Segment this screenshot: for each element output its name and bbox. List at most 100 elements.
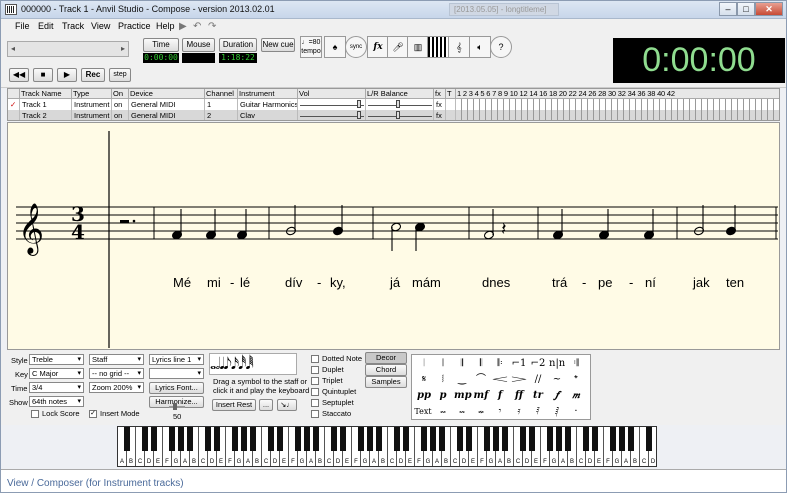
piano-black-key[interactable] — [565, 427, 571, 451]
stop-button[interactable]: ■ — [33, 68, 53, 82]
piano-black-key[interactable] — [520, 427, 526, 451]
text-symbol[interactable]: Text — [414, 405, 432, 419]
decor-symbol[interactable]: ff — [511, 389, 527, 403]
piano-black-key[interactable] — [214, 427, 220, 451]
decor-symbol[interactable]: n|n — [549, 357, 565, 371]
piano-black-key[interactable] — [124, 427, 130, 451]
note-value-palette[interactable]: 𝅝𝅗𝅥𝅘𝅥𝅘𝅥𝅮𝅘𝅥𝅯𝅘𝅥𝅰𝅘𝅥𝅱 — [209, 353, 297, 375]
piano-black-key[interactable] — [547, 427, 553, 451]
piano-black-key[interactable] — [592, 427, 598, 451]
close-button[interactable]: ✕ — [755, 2, 783, 16]
piano-black-key[interactable] — [205, 427, 211, 451]
track-measures[interactable] — [456, 110, 779, 120]
piano-black-key[interactable] — [178, 427, 184, 451]
track-t[interactable] — [446, 110, 456, 120]
track-device[interactable]: General MIDI — [129, 99, 205, 110]
record-button[interactable]: Rec — [81, 68, 105, 82]
piano-black-key[interactable] — [502, 427, 508, 451]
decor-symbol[interactable]: 𝆙 — [473, 405, 489, 419]
piano-black-key[interactable] — [232, 427, 238, 451]
piano-black-key[interactable] — [241, 427, 247, 451]
staff-svg[interactable]: 𝄞 3 4 𝄽 Mé mi - lé dív - ky, já mám dnes… — [8, 123, 780, 350]
decor-symbol[interactable]: f — [492, 389, 508, 403]
piano-black-key[interactable] — [268, 427, 274, 451]
menu-edit[interactable]: Edit — [38, 21, 54, 31]
bal-knob-2[interactable] — [396, 111, 400, 119]
track-fx[interactable]: fx — [434, 99, 446, 110]
velocity-slider-knob[interactable] — [173, 403, 177, 410]
maximize-button[interactable]: □ — [737, 2, 755, 16]
piano-black-key[interactable] — [466, 427, 472, 451]
slider-right-arrow-icon[interactable]: ▸ — [121, 44, 125, 53]
more-button[interactable]: ... — [259, 399, 273, 411]
track-channel[interactable]: 2 — [205, 110, 238, 120]
menu-practice[interactable]: Practice — [118, 21, 151, 31]
tempo-control[interactable]: ♩=80 tempo — [300, 36, 322, 58]
staff-view-icon[interactable]: 𝄞 — [448, 36, 470, 58]
sync-icon[interactable]: sync — [345, 36, 367, 58]
minimize-button[interactable]: – — [719, 2, 737, 16]
piano-black-key[interactable] — [610, 427, 616, 451]
lyrics[interactable]: Mé mi - lé dív - ky, já mám dnes trá - p… — [173, 275, 744, 290]
decor-symbol[interactable]: mf — [473, 389, 489, 403]
measure-ruler[interactable]: 1 2 3 4 5 6 7 8 9 10 12 14 16 18 20 22 2… — [456, 89, 779, 99]
piano-black-key[interactable] — [394, 427, 400, 451]
piano-black-key[interactable] — [358, 427, 364, 451]
decor-symbol[interactable]: ⌒ — [473, 373, 489, 387]
decor-symbol[interactable]: ‿ — [454, 373, 470, 387]
track-on[interactable]: on — [112, 99, 129, 110]
decor-symbol[interactable]: p — [435, 389, 451, 403]
track-check[interactable]: ✓ — [8, 99, 20, 110]
key-select[interactable]: C Major — [29, 368, 84, 379]
piano-black-key[interactable] — [169, 427, 175, 451]
track-t[interactable] — [446, 99, 456, 110]
piano-black-key[interactable] — [628, 427, 634, 451]
piano-black-key[interactable] — [556, 427, 562, 451]
time-select[interactable]: 3/4 — [29, 382, 84, 393]
piano-black-key[interactable] — [367, 427, 373, 451]
track-type[interactable]: Instrument — [72, 110, 112, 120]
piano-black-key[interactable] — [250, 427, 256, 451]
piano-black-key[interactable] — [439, 427, 445, 451]
decor-symbol[interactable]: pp — [416, 389, 432, 403]
track-on[interactable]: on — [112, 110, 129, 120]
piano-black-key[interactable] — [457, 427, 463, 451]
decor-symbol[interactable]: 𝄿 — [511, 405, 527, 419]
decor-symbol[interactable]: 𝄀 — [416, 357, 432, 371]
decor-symbol[interactable]: ⌐1 — [511, 357, 527, 371]
decor-symbol[interactable]: 𝅁 — [549, 405, 565, 419]
decor-symbol[interactable]: 𝄾 — [492, 405, 508, 419]
decor-symbol[interactable]: 𝆒 — [492, 373, 508, 387]
decor-symbol[interactable]: tr — [530, 389, 546, 403]
lyrics-font-button[interactable]: Lyrics Font... — [149, 382, 204, 394]
velocity-slider[interactable] — [169, 406, 185, 408]
dotted-note-checkbox[interactable] — [311, 355, 319, 363]
decor-symbol[interactable]: 𝆑 — [549, 389, 565, 403]
zoom-select[interactable]: Zoom 200% — [89, 382, 144, 393]
decor-symbol[interactable]: mp — [454, 389, 472, 403]
piano-black-key[interactable] — [421, 427, 427, 451]
decor-symbol[interactable]: ⌐2 — [530, 357, 546, 371]
piano-black-key[interactable] — [403, 427, 409, 451]
undo-icon[interactable]: ↶ — [193, 21, 201, 32]
quintuplet-checkbox[interactable] — [311, 388, 319, 396]
track-fx[interactable]: fx — [434, 110, 446, 120]
piano-black-key[interactable] — [277, 427, 283, 451]
septuplet-checkbox[interactable] — [311, 399, 319, 407]
track-instrument[interactable]: Guitar Harmonics — [238, 99, 298, 110]
menu-view[interactable]: View — [91, 21, 110, 31]
menu-track[interactable]: Track — [62, 21, 84, 31]
decor-symbol[interactable]: 𝆘 — [454, 405, 470, 419]
piano-black-key[interactable] — [313, 427, 319, 451]
mixer-icon[interactable]: ▥ — [407, 36, 429, 58]
play-button[interactable]: ▶ — [57, 68, 77, 82]
piano-black-key[interactable] — [376, 427, 382, 451]
new-cue-button[interactable]: New cue — [261, 38, 295, 52]
track-check[interactable] — [8, 110, 20, 120]
duplet-checkbox[interactable] — [311, 366, 319, 374]
duration-button[interactable]: Duration — [219, 38, 257, 52]
mouse-button[interactable]: Mouse — [182, 38, 215, 52]
bal-knob-1[interactable] — [396, 100, 400, 108]
track-name[interactable]: Track 1 — [20, 99, 72, 110]
decor-symbol[interactable]: ~ — [549, 373, 565, 387]
